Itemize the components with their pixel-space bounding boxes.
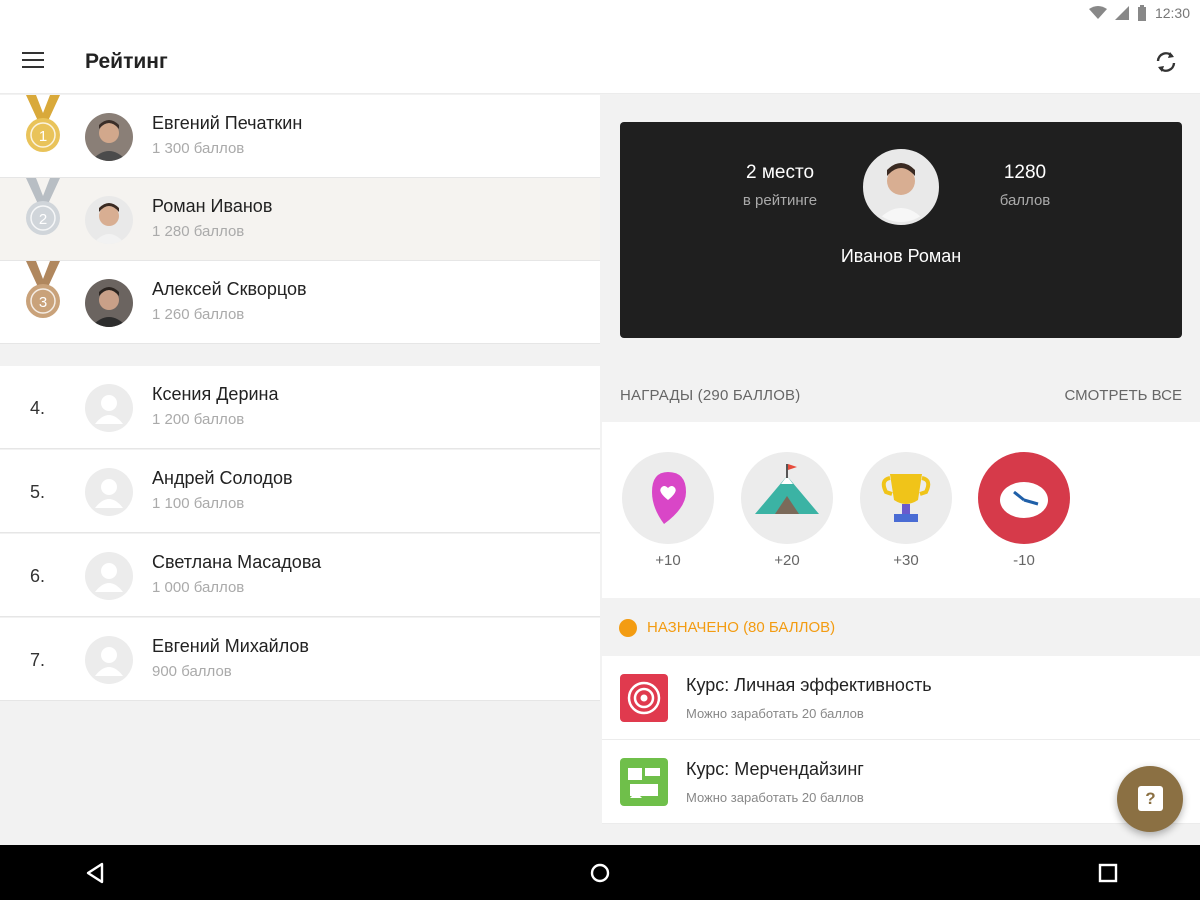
avatar (85, 113, 133, 161)
trophy-icon (860, 452, 952, 544)
avatar (85, 196, 133, 244)
profile-card: 2 место в рейтинге 1280 баллов Иванов Ро… (620, 122, 1182, 338)
points-value: 1280 (1003, 162, 1047, 183)
page-title: Рейтинг (85, 50, 168, 73)
home-icon[interactable] (586, 859, 614, 887)
awards-header: НАГРАДЫ (290 БАЛЛОВ) (620, 387, 801, 404)
status-time: 12:30 (1154, 5, 1190, 21)
avatar (85, 279, 133, 327)
mountain-flag-icon (741, 452, 833, 544)
menu-icon[interactable] (22, 52, 46, 72)
course-subtitle: Можно заработать 20 баллов (686, 790, 864, 805)
user-points: 1 200 баллов (152, 411, 245, 428)
leaderboard-row-3[interactable]: 3 Алексей Скворцов 1 260 баллов (0, 261, 600, 344)
avatar-placeholder (85, 552, 133, 600)
award-value: +10 (655, 552, 681, 569)
user-points: 1 000 баллов (152, 579, 245, 596)
course-subtitle: Можно заработать 20 баллов (686, 706, 864, 721)
user-name: Евгений Печаткин (152, 113, 303, 133)
user-points: 900 баллов (152, 663, 232, 680)
avatar-placeholder (85, 384, 133, 432)
points-stat: 1280 баллов (970, 162, 1080, 209)
award-item[interactable]: -10 (976, 452, 1072, 569)
medal-number: 1 (39, 128, 47, 145)
user-name: Алексей Скворцов (152, 279, 307, 299)
profile-name: Иванов Роман (840, 246, 962, 266)
leaderboard-row-1[interactable]: 1 Евгений Печаткин 1 300 баллов (0, 95, 600, 178)
clock-icon (978, 452, 1070, 544)
profile-avatar (863, 149, 939, 225)
status-bar: 12:30 (0, 0, 1200, 30)
award-item[interactable]: +20 (739, 452, 835, 569)
silver-medal-icon: 2 (26, 178, 60, 235)
user-points: 1 260 баллов (152, 306, 245, 323)
status-icons: 12:30 (1088, 5, 1190, 21)
signal-icon (1114, 6, 1129, 20)
rank-number: 7. (30, 650, 46, 670)
award-value: -10 (1013, 552, 1035, 569)
course-title: Курс: Мерчендайзинг (686, 759, 864, 779)
course-item[interactable]: Курс: Личная эффективность Можно заработ… (602, 656, 1200, 740)
place-value: 2 место (745, 162, 815, 183)
recents-icon[interactable] (1094, 859, 1122, 887)
award-value: +30 (893, 552, 919, 569)
leaderboard-row-7[interactable]: 7. Евгений Михайлов 900 баллов (0, 618, 600, 701)
award-value: +20 (774, 552, 800, 569)
awards-strip: +10 +20 +30 -10 (602, 422, 1200, 598)
user-points: 1 100 баллов (152, 495, 245, 512)
leaderboard-row-6[interactable]: 6. Светлана Масадова 1 000 баллов (0, 534, 600, 617)
user-points: 1 280 баллов (152, 223, 245, 240)
refresh-icon[interactable] (1152, 48, 1180, 76)
user-name: Светлана Масадова (152, 552, 322, 572)
heart-pin-icon (622, 452, 714, 544)
assigned-section-header: НАЗНАЧЕНО (80 БАЛЛОВ) (602, 598, 1200, 656)
avatar-placeholder (85, 468, 133, 516)
place-stat: 2 место в рейтинге (725, 162, 835, 209)
assigned-label: НАЗНАЧЕНО (80 БАЛЛОВ) (647, 619, 836, 636)
award-item[interactable]: +10 (620, 452, 716, 569)
battery-icon (1137, 5, 1146, 21)
user-name: Андрей Солодов (152, 468, 293, 488)
help-button[interactable]: ? (1117, 766, 1183, 832)
rank-number: 4. (30, 398, 46, 418)
rank-number: 6. (30, 566, 46, 586)
course-title: Курс: Личная эффективность (686, 675, 932, 695)
user-name: Евгений Михайлов (152, 636, 309, 656)
user-name: Ксения Дерина (152, 384, 279, 404)
course-item[interactable]: Курс: Мерчендайзинг Можно заработать 20 … (602, 740, 1200, 824)
gold-medal-icon: 1 (26, 95, 60, 152)
leaderboard-row-5[interactable]: 5. Андрей Солодов 1 100 баллов (0, 450, 600, 533)
avatar-placeholder (85, 636, 133, 684)
user-points: 1 300 баллов (152, 140, 245, 157)
wifi-icon (1088, 6, 1107, 19)
target-icon (620, 674, 668, 722)
back-icon[interactable] (82, 859, 110, 887)
points-label: баллов (999, 192, 1051, 209)
leaderboard-row-4[interactable]: 4. Ксения Дерина 1 200 баллов (0, 366, 600, 449)
bronze-medal-icon: 3 (26, 261, 60, 318)
leaderboard-row-2[interactable]: 2 Роман Иванов 1 280 баллов (0, 178, 600, 261)
see-all-link[interactable]: СМОТРЕТЬ ВСЕ (1064, 387, 1182, 404)
user-name: Роман Иванов (152, 196, 273, 216)
medal-number: 2 (39, 211, 47, 228)
system-nav-bar (0, 845, 1200, 900)
rank-number: 5. (30, 482, 46, 502)
award-item[interactable]: +30 (858, 452, 954, 569)
merchandising-icon (620, 758, 668, 806)
status-dot (619, 619, 637, 637)
medal-number: 3 (39, 294, 47, 311)
app-bar: Рейтинг (0, 30, 1200, 94)
profile-panel: 2 место в рейтинге 1280 баллов Иванов Ро… (602, 95, 1200, 845)
help-icon: ? (1138, 786, 1163, 811)
leaderboard-panel: 1 Евгений Печаткин 1 300 баллов 2 Роман … (0, 95, 600, 845)
place-label: в рейтинге (742, 192, 818, 209)
